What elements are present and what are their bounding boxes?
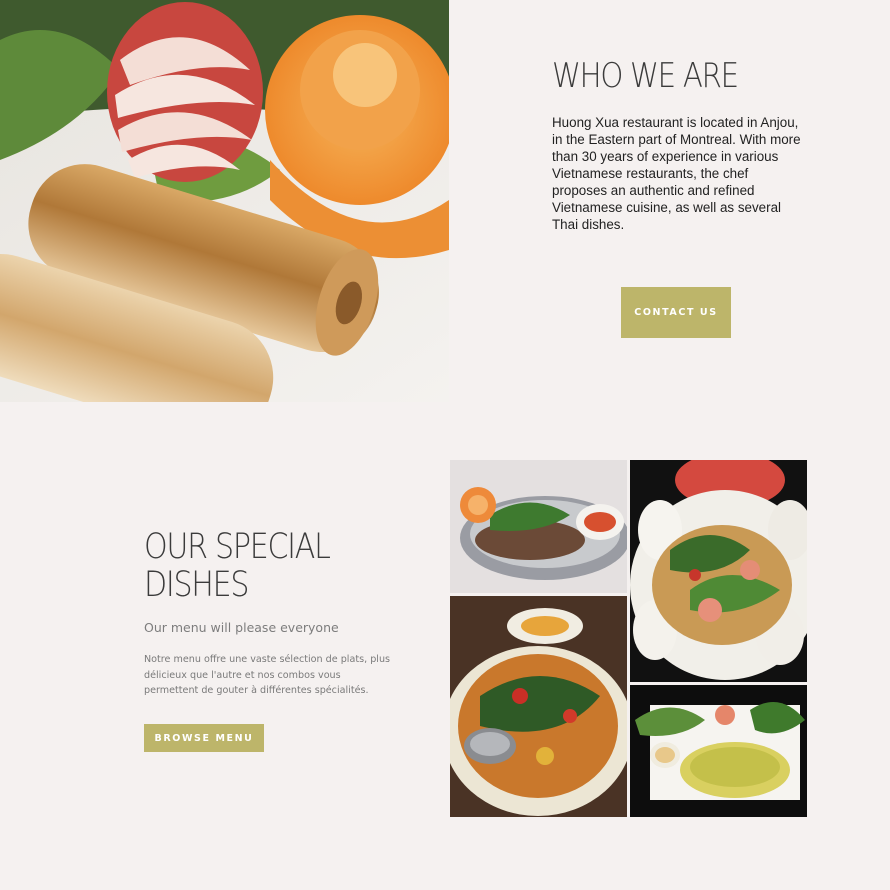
who-we-are-heading: WHO WE ARE — [552, 56, 739, 96]
special-dishes-description: Notre menu offre une vaste sélection de … — [144, 654, 391, 696]
special-dishes-subtitle: Our menu will please everyone — [144, 620, 339, 635]
special-dishes-heading: OUR SPECIAL DISHES — [144, 527, 331, 605]
banh-xeo-photo — [630, 685, 807, 817]
browse-menu-button[interactable]: BROWSE MENU — [144, 724, 264, 752]
about-paragraph: Huong Xua restaurant is located in Anjou… — [552, 115, 801, 232]
papaya-salad-photo — [630, 460, 807, 682]
curry-soup-photo — [450, 596, 627, 817]
contact-us-button[interactable]: CONTACT US — [621, 287, 731, 338]
spring-rolls-photo — [0, 0, 449, 402]
grilled-fish-photo — [450, 460, 627, 593]
